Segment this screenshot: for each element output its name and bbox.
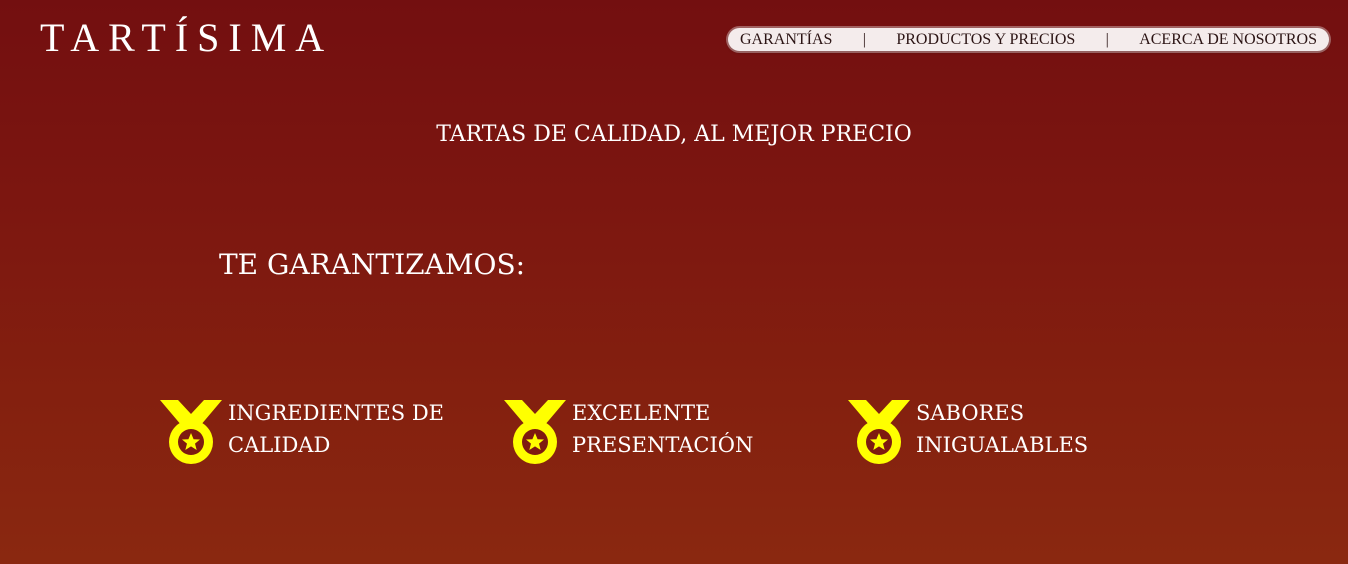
feature-title-line: SABORES: [916, 401, 1025, 425]
feature-title-line: EXCELENTE: [572, 401, 711, 425]
guarantee-heading: TE GARANTIZAMOS:: [219, 248, 526, 281]
feature-title-line: INIGUALABLES: [916, 433, 1089, 457]
feature-title-line: CALIDAD: [228, 433, 331, 457]
main-nav: GARANTÍAS | PRODUCTOS Y PRECIOS | ACERCA…: [728, 28, 1329, 51]
nav-link-garantias[interactable]: GARANTÍAS: [740, 31, 832, 49]
feature-title-line: INGREDIENTES DE: [228, 401, 444, 425]
nav-separator: |: [1105, 30, 1109, 48]
site-logo[interactable]: TARTÍSIMA: [40, 12, 333, 64]
medal-icon: [504, 400, 566, 464]
medal-icon: [160, 400, 222, 464]
feature-sabores: SABORES INIGUALABLES: [846, 398, 1156, 464]
feature-presentacion: EXCELENTE PRESENTACIÓN: [502, 398, 812, 464]
nav-link-productos-y-precios[interactable]: PRODUCTOS Y PRECIOS: [896, 31, 1075, 49]
feature-ingredientes: INGREDIENTES DE CALIDAD: [158, 398, 468, 464]
nav-separator: |: [862, 30, 866, 48]
nav-link-acerca-de-nosotros[interactable]: ACERCA DE NOSOTROS: [1139, 31, 1317, 49]
medal-icon: [848, 400, 910, 464]
feature-title-line: PRESENTACIÓN: [572, 433, 754, 457]
tagline: TARTAS DE CALIDAD, AL MEJOR PRECIO: [436, 122, 912, 147]
